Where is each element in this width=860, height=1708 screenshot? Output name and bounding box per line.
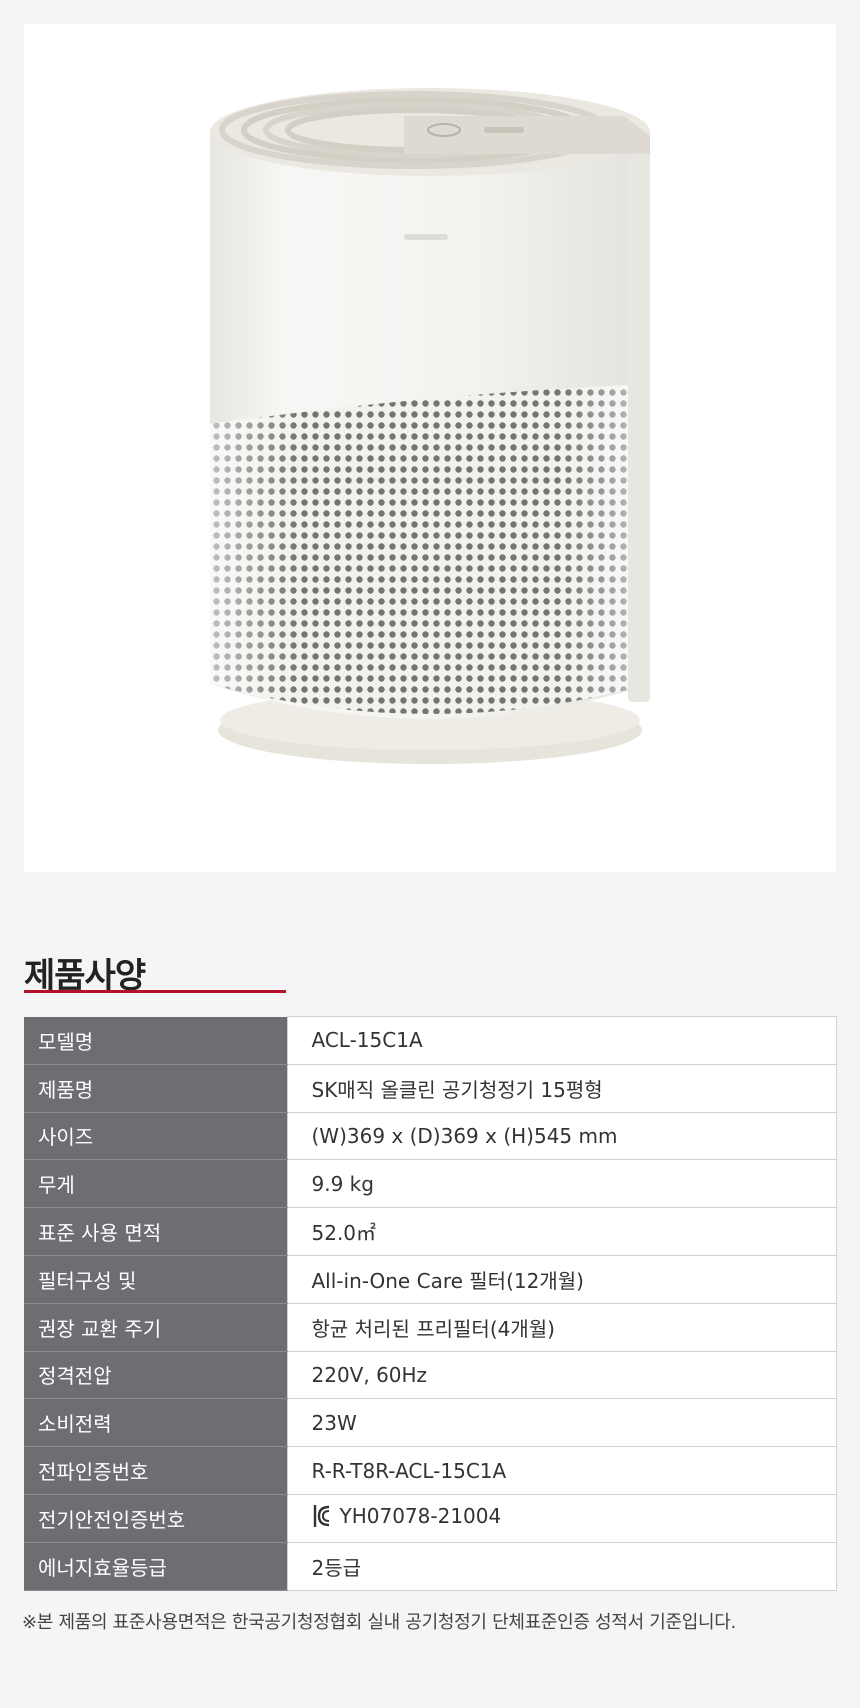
spec-table: 모델명 ACL-15C1A 제품명 SK매직 올클린 공기청정기 15평형 사이… [24, 1016, 837, 1591]
table-row: 표준 사용 면적 52.0㎡ [24, 1207, 837, 1256]
spec-value: (W)369 x (D)369 x (H)545 mm [286, 1111, 837, 1161]
table-row: 소비전력 23W [24, 1398, 837, 1448]
spec-label: 표준 사용 면적 [24, 1207, 287, 1256]
spec-value: 항균 처리된 프리필터(4개월) [286, 1302, 837, 1352]
spec-value: R-R-T8R-ACL-15C1A [286, 1446, 837, 1495]
spec-value: 23W [286, 1398, 837, 1448]
spec-label: 에너지효율등급 [24, 1542, 287, 1591]
spec-value: YH07078-21004 [339, 1503, 502, 1528]
spec-label: 권장 교환 주기 [24, 1303, 287, 1352]
product-image [24, 24, 836, 872]
spec-value: 220V, 60Hz [286, 1350, 837, 1400]
table-row: 권장 교환 주기 항균 처리된 프리필터(4개월) [24, 1302, 837, 1352]
spec-value: ACL-15C1A [286, 1016, 837, 1065]
table-row: 제품명 SK매직 올클린 공기청정기 15평형 [24, 1063, 837, 1113]
spec-label: 전기안전인증번호 [24, 1494, 287, 1543]
spec-label: 전파인증번호 [24, 1446, 287, 1495]
spec-value-with-icon: YH07078-21004 [286, 1493, 837, 1543]
table-row: 무게 9.9 kg [24, 1159, 837, 1209]
table-row: 필터구성 및 All-in-One Care 필터(12개월) [24, 1254, 837, 1304]
spec-label: 무게 [24, 1159, 287, 1209]
table-row: 정격전압 220V, 60Hz [24, 1350, 837, 1400]
spec-value: SK매직 올클린 공기청정기 15평형 [286, 1063, 837, 1113]
spec-label: 필터구성 및 [24, 1255, 287, 1304]
spec-label: 정격전압 [24, 1351, 287, 1400]
table-row: 모델명 ACL-15C1A [24, 1016, 837, 1065]
title-underline [24, 990, 286, 993]
footnote: ※본 제품의 표준사용면적은 한국공기청정협회 실내 공기청정기 단체표준인증 … [22, 1612, 736, 1633]
spec-value: All-in-One Care 필터(12개월) [286, 1254, 837, 1304]
spec-label: 모델명 [24, 1016, 287, 1065]
spec-label: 소비전력 [24, 1398, 287, 1448]
kc-certification-icon [313, 1504, 329, 1527]
spec-value: 52.0㎡ [286, 1207, 837, 1256]
table-row: 에너지효율등급 2등급 [24, 1541, 837, 1591]
table-row: 전파인증번호 R-R-T8R-ACL-15C1A [24, 1446, 837, 1495]
spec-value: 2등급 [286, 1541, 837, 1591]
table-row: 사이즈 (W)369 x (D)369 x (H)545 mm [24, 1111, 837, 1161]
table-row: 전기안전인증번호 YH07078-21004 [24, 1493, 837, 1543]
spec-label: 제품명 [24, 1064, 287, 1113]
spec-value: 9.9 kg [286, 1159, 837, 1209]
spec-label: 사이즈 [24, 1112, 287, 1161]
